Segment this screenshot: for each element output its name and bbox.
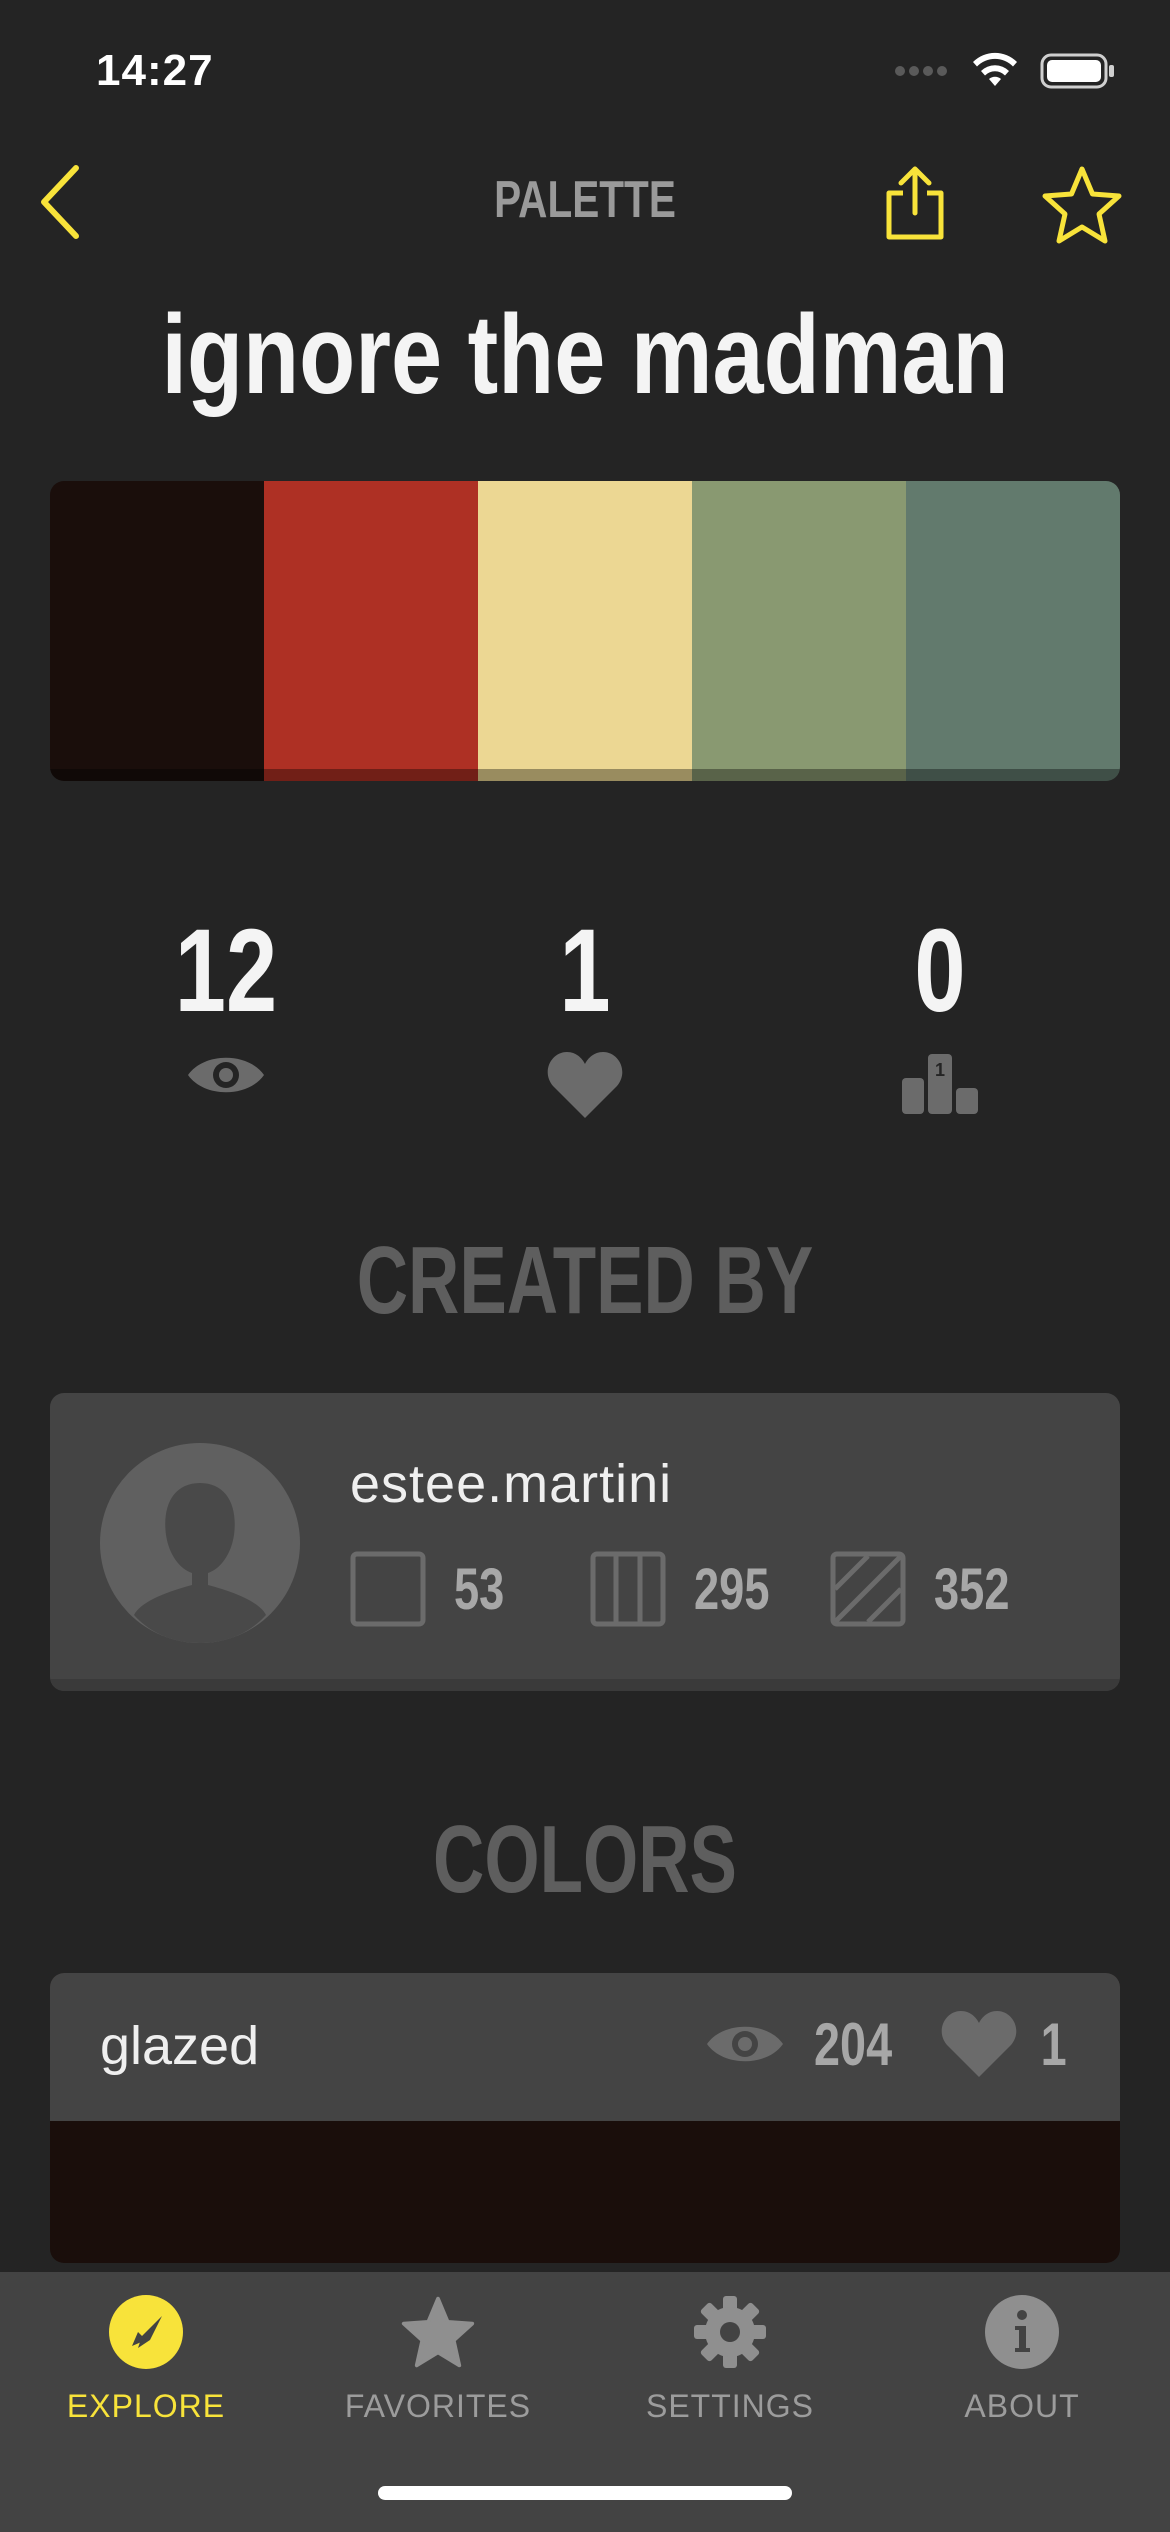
star-icon <box>401 2296 475 2368</box>
eye-icon <box>188 1057 264 1093</box>
color-views-count: 204 <box>813 2010 892 2078</box>
likes-count: 1 <box>559 905 611 1037</box>
status-time: 14:27 <box>96 46 214 95</box>
tab-favorites[interactable]: FAVORITES <box>292 2272 584 2425</box>
tab-favorites-label: FAVORITES <box>344 2388 532 2424</box>
pattern-icon <box>830 1551 906 1627</box>
tab-about[interactable]: ABOUT <box>876 2272 1168 2425</box>
star-outline-icon <box>1042 166 1122 244</box>
color-name: glazed <box>100 2016 260 2076</box>
swatch-4[interactable] <box>692 481 906 781</box>
colors-heading: COLORS <box>433 1806 737 1913</box>
square-icon <box>350 1551 426 1627</box>
eye-icon <box>706 2026 783 2062</box>
compass-icon <box>109 2295 183 2369</box>
palette-columns-icon <box>590 1551 666 1627</box>
podium-icon: 1 <box>902 1054 978 1114</box>
palette-name: ignore the madman <box>161 292 1009 417</box>
creator-stats: 53 295 352 <box>350 1551 1070 1627</box>
creator-palettes-stat: 295 <box>590 1551 774 1627</box>
chevron-left-icon <box>41 165 79 239</box>
svg-text:1: 1 <box>935 1060 945 1080</box>
creator-palettes-count: 295 <box>694 1556 770 1622</box>
user-icon <box>134 1483 266 1643</box>
heart-icon <box>547 1052 623 1118</box>
share-button[interactable] <box>870 158 960 248</box>
creator-colors-stat: 53 <box>350 1551 534 1627</box>
swatch-2[interactable] <box>264 481 478 781</box>
wifi-icon <box>973 52 1017 86</box>
rank-stat: 0 1 <box>790 912 1090 1116</box>
tab-explore[interactable]: EXPLORE <box>0 2272 292 2425</box>
status-indicators <box>894 52 1116 90</box>
tab-settings[interactable]: SETTINGS <box>584 2272 876 2425</box>
color-metrics: 204 1 <box>705 2009 1070 2079</box>
signal-icon <box>895 66 947 76</box>
swatch-1[interactable] <box>50 481 264 781</box>
home-indicator[interactable] <box>378 2486 792 2500</box>
heart-icon <box>941 2011 1016 2077</box>
swatch-5[interactable] <box>906 481 1120 781</box>
favorite-button[interactable] <box>1036 160 1128 250</box>
creator-colors-count: 53 <box>454 1556 505 1622</box>
info-icon <box>985 2295 1059 2369</box>
created-by-heading: CREATED BY <box>356 1227 814 1334</box>
color-likes-count: 1 <box>1040 2010 1067 2078</box>
creator-patterns-count: 352 <box>934 1556 1010 1622</box>
rank-value: 0 <box>914 905 966 1037</box>
views-stat: 12 <box>76 912 376 1100</box>
tab-settings-label: SETTINGS <box>645 2388 814 2424</box>
palette-swatches[interactable] <box>50 481 1120 781</box>
avatar <box>100 1443 300 1643</box>
back-button[interactable] <box>30 160 90 244</box>
tab-explore-label: EXPLORE <box>66 2388 226 2424</box>
views-count: 12 <box>174 905 278 1037</box>
tab-about-label: ABOUT <box>964 2388 1080 2424</box>
color-card[interactable]: glazed 204 1 <box>50 1973 1120 2263</box>
creator-card[interactable]: estee.martini 53 295 352 <box>50 1393 1120 1691</box>
share-icon <box>886 166 944 240</box>
gear-icon <box>694 2296 766 2368</box>
likes-stat: 1 <box>435 912 735 1120</box>
battery-icon <box>1040 53 1114 89</box>
creator-username: estee.martini <box>350 1454 673 1514</box>
creator-patterns-stat: 352 <box>830 1551 1014 1627</box>
swatch-3[interactable] <box>478 481 692 781</box>
